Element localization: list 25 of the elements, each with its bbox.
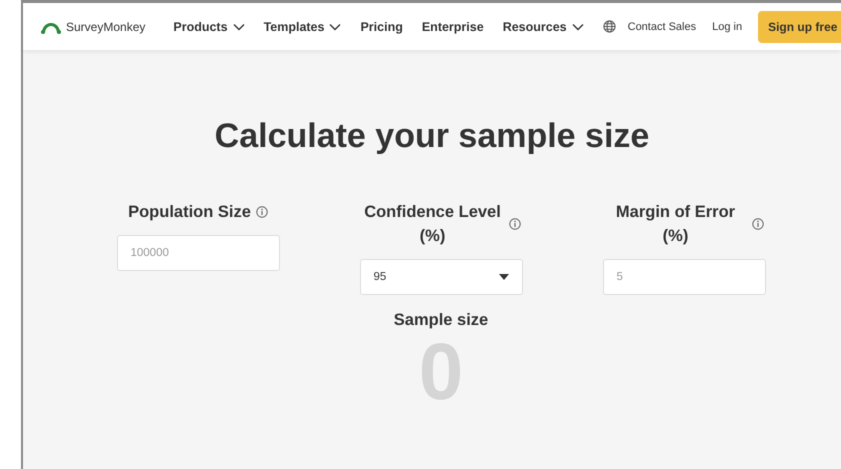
nav-menu-item[interactable]: Templates	[264, 20, 342, 34]
nav-menu-item[interactable]: Products	[173, 20, 245, 34]
info-icon[interactable]	[256, 206, 268, 218]
nav-link[interactable]: Contact Sales	[628, 20, 696, 32]
nav-menu-item[interactable]: Pricing	[360, 20, 403, 34]
nav-link[interactable]: Log in	[712, 20, 742, 32]
chevron-down-icon	[329, 22, 342, 30]
dropdown-field[interactable]: 95	[360, 259, 522, 295]
sign-up-button[interactable]: Sign up free	[758, 10, 841, 42]
nav-menu-item[interactable]: Resources	[502, 20, 584, 34]
field-label: Population Size	[128, 202, 251, 223]
info-icon[interactable]	[752, 218, 764, 230]
info-icon[interactable]	[508, 218, 520, 230]
globe-icon[interactable]	[602, 20, 616, 33]
input-field[interactable]: 5	[602, 259, 766, 295]
result-label: Sample size	[394, 311, 488, 330]
field-label: Margin of Error (%)	[614, 202, 736, 247]
chevron-down-icon	[572, 22, 584, 30]
input-field[interactable]: 100000	[116, 235, 280, 271]
nav-menu-item[interactable]: Enterprise	[422, 20, 484, 34]
page-title: Calculate your sample size	[214, 117, 650, 156]
chevron-down-icon	[232, 22, 245, 30]
logo-text: SurveyMonkey	[66, 20, 146, 34]
dropdown-arrow-icon	[498, 274, 508, 280]
field-label: Confidence Level (%)	[363, 202, 502, 247]
